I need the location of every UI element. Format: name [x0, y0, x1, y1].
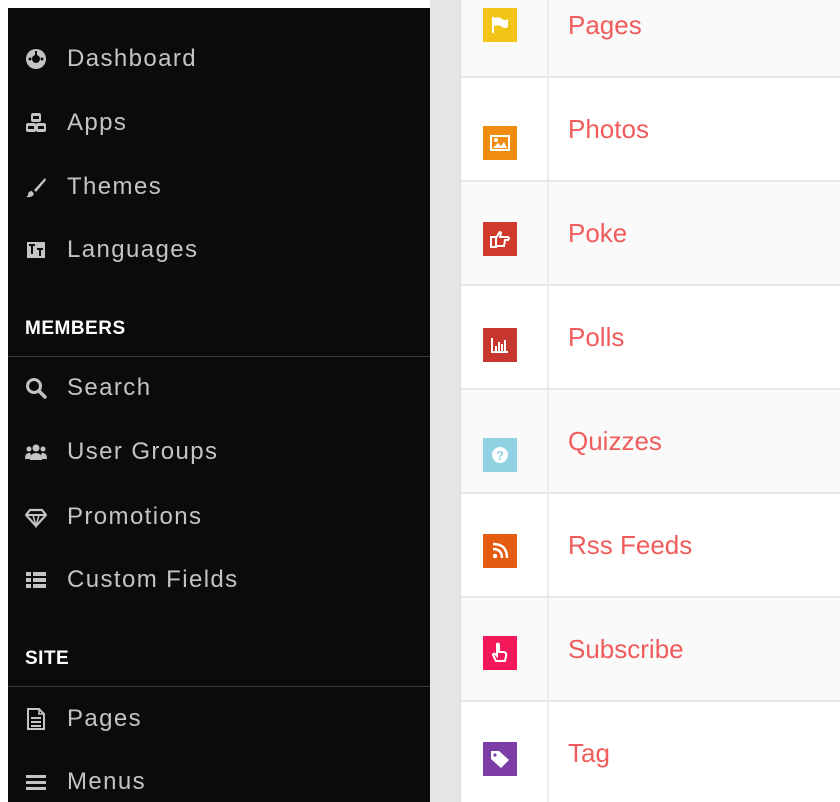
- rss-icon: [483, 534, 517, 568]
- app-link-tag[interactable]: Tag: [568, 738, 610, 769]
- sidebar-item-apps[interactable]: Apps: [8, 92, 430, 154]
- sidebar-item-label: User Groups: [67, 438, 219, 465]
- admin-sidebar: Dashboard Apps Themes Languages MEMBERS …: [8, 8, 430, 802]
- app-link-photos[interactable]: Photos: [568, 114, 649, 145]
- svg-text:?: ?: [496, 448, 504, 463]
- sidebar-item-dashboard[interactable]: Dashboard: [8, 28, 430, 90]
- row-icon-cell: [461, 598, 549, 700]
- sidebar-item-languages[interactable]: Languages: [8, 219, 430, 281]
- sidebar-item-label: Pages: [67, 705, 143, 732]
- members-section-header: MEMBERS: [25, 318, 126, 339]
- language-icon: [25, 239, 47, 261]
- sidebar-item-custom-fields[interactable]: Custom Fields: [8, 549, 430, 611]
- app-link-rss-feeds[interactable]: Rss Feeds: [568, 530, 692, 561]
- sidebar-item-label: Apps: [67, 109, 128, 136]
- row-icon-cell: [461, 702, 549, 802]
- app-link-poke[interactable]: Poke: [568, 218, 627, 249]
- file-icon: [25, 708, 47, 730]
- menu-icon: [25, 771, 47, 793]
- apps-list: Pages Photos Poke Polls ? Quizzes Rss Fe…: [460, 0, 840, 802]
- row-icon-cell: [461, 182, 549, 284]
- sidebar-item-promotions[interactable]: Promotions: [8, 486, 430, 548]
- page-gutter: [430, 0, 460, 802]
- search-icon: [25, 377, 47, 399]
- site-divider: [8, 686, 430, 687]
- hand-point-icon: [483, 222, 517, 256]
- row-icon-cell: [461, 286, 549, 388]
- sidebar-item-label: Search: [67, 374, 152, 401]
- admin-frame: Dashboard Apps Themes Languages MEMBERS …: [0, 0, 840, 802]
- sidebar-item-user-groups[interactable]: User Groups: [8, 421, 430, 483]
- list-item-photos: Photos: [461, 78, 840, 182]
- row-icon-cell: [461, 0, 549, 76]
- dashboard-icon: [25, 48, 47, 70]
- row-icon-cell: ?: [461, 390, 549, 492]
- row-icon-cell: [461, 494, 549, 596]
- sidebar-item-label: Promotions: [67, 503, 203, 530]
- sidebar-item-themes[interactable]: Themes: [8, 156, 430, 218]
- list-icon: [25, 569, 47, 591]
- sidebar-item-label: Themes: [67, 173, 163, 200]
- image-icon: [483, 126, 517, 160]
- sidebar-item-label: Menus: [67, 768, 147, 795]
- app-link-subscribe[interactable]: Subscribe: [568, 634, 684, 665]
- tag-icon: [483, 742, 517, 776]
- list-item-quizzes: ? Quizzes: [461, 390, 840, 494]
- list-item-poke: Poke: [461, 182, 840, 286]
- sidebar-item-label: Custom Fields: [67, 566, 239, 593]
- list-item-pages: Pages: [461, 0, 840, 78]
- list-item-rss-feeds: Rss Feeds: [461, 494, 840, 598]
- sidebar-item-search[interactable]: Search: [8, 357, 430, 419]
- hand-pointer-icon: [483, 636, 517, 670]
- flag-icon: [483, 8, 517, 42]
- sidebar-item-label: Dashboard: [67, 45, 198, 72]
- site-section-header: SITE: [25, 648, 70, 669]
- list-item-polls: Polls: [461, 286, 840, 390]
- app-link-polls[interactable]: Polls: [568, 322, 624, 353]
- row-icon-cell: [461, 78, 549, 180]
- bar-chart-icon: [483, 328, 517, 362]
- users-icon: [25, 441, 47, 463]
- list-item-subscribe: Subscribe: [461, 598, 840, 702]
- diamond-icon: [25, 506, 47, 528]
- sidebar-item-pages[interactable]: Pages: [8, 688, 430, 750]
- apps-icon: [25, 112, 47, 134]
- question-icon: ?: [483, 438, 517, 472]
- sidebar-item-menus[interactable]: Menus: [8, 751, 430, 802]
- list-item-tag: Tag: [461, 702, 840, 802]
- brush-icon: [25, 176, 47, 198]
- top-strip: [0, 0, 430, 8]
- sidebar-item-label: Languages: [67, 236, 199, 263]
- app-link-quizzes[interactable]: Quizzes: [568, 426, 662, 457]
- app-link-pages[interactable]: Pages: [568, 10, 642, 41]
